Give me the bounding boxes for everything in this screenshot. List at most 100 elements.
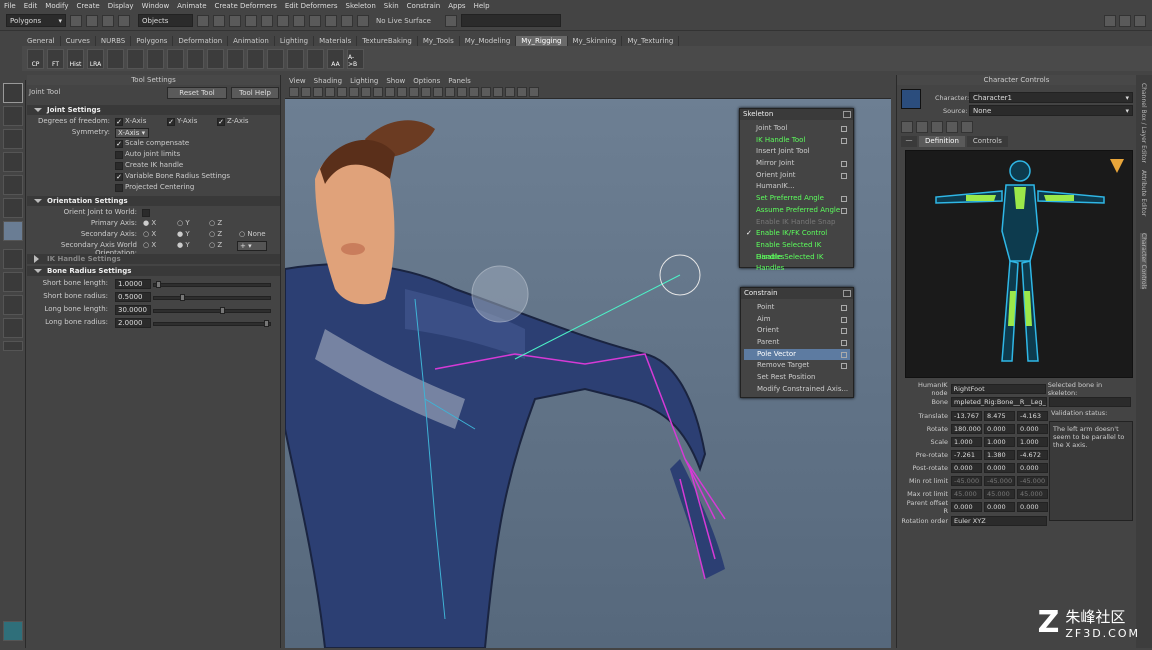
constrain-menu-item[interactable]: Aim	[744, 314, 850, 326]
channel-box-toggle-icon[interactable]	[1134, 15, 1146, 27]
menu-item-skeleton[interactable]: Skeleton	[346, 2, 376, 10]
render-settings-icon[interactable]	[341, 15, 353, 27]
selected-bone-field[interactable]	[1049, 397, 1131, 407]
curve-icon[interactable]	[127, 49, 144, 69]
close-icon[interactable]	[843, 111, 851, 118]
scale-tool-icon[interactable]	[3, 198, 23, 218]
menu-item-edit[interactable]: Edit	[24, 2, 38, 10]
option-box-icon[interactable]	[841, 340, 847, 346]
symmetry-dropdown[interactable]: X-Axis ▾	[115, 128, 149, 138]
film-gate-icon[interactable]	[445, 87, 455, 97]
short-bone-radius-field[interactable]: 0.5000	[115, 292, 151, 302]
skeleton-menu-item[interactable]: Enable IK Handle Snap	[743, 217, 850, 229]
bone-field[interactable]: mpleted_Rig:Bone__R__Leg_Ankle	[951, 397, 1047, 407]
short-bone-radius-slider[interactable]	[153, 296, 271, 300]
hud-icon[interactable]	[469, 87, 479, 97]
option-box-icon[interactable]	[841, 138, 847, 144]
playblast-icon[interactable]	[481, 87, 491, 97]
long-bone-length-field[interactable]: 30.0000	[115, 305, 151, 315]
select-tool-icon[interactable]	[3, 83, 23, 103]
tab-texturebaking[interactable]: TextureBaking	[357, 36, 418, 46]
tab-curves[interactable]: Curves	[61, 36, 96, 46]
viewport-menu-lighting[interactable]: Lighting	[350, 77, 378, 85]
value-field[interactable]: -13.767	[951, 411, 982, 421]
render-icon[interactable]	[309, 15, 321, 27]
menu-item-create-deformers[interactable]: Create Deformers	[215, 2, 277, 10]
value-field[interactable]: 1.000	[1017, 437, 1048, 447]
value-field[interactable]: 0.000	[984, 424, 1015, 434]
value-field[interactable]: 1.000	[951, 437, 982, 447]
menu-item-modify[interactable]: Modify	[45, 2, 68, 10]
ik-handle-settings-header[interactable]: IK Handle Settings	[27, 254, 280, 264]
selection-mode-icon[interactable]	[118, 15, 130, 27]
channel-box-tab[interactable]: Channel Box / Layer Editor	[1140, 83, 1147, 163]
value-field[interactable]: 45.000	[1017, 489, 1048, 499]
tab-animation[interactable]: Animation	[228, 36, 275, 46]
cube-icon[interactable]	[147, 49, 164, 69]
a-to-b-icon[interactable]: A->B	[347, 49, 364, 69]
humanik-node-field[interactable]: RightFoot	[951, 384, 1046, 394]
tab-deformation[interactable]: Deformation	[173, 36, 228, 46]
variable-bone-radius-checkbox[interactable]: ✓	[115, 173, 123, 181]
orientation-settings-header[interactable]: Orientation Settings	[27, 196, 280, 206]
ik-spline-icon[interactable]	[267, 49, 284, 69]
viewport-menu-view[interactable]: View	[289, 77, 306, 85]
value-field[interactable]: -4.163	[1017, 411, 1048, 421]
isolate-icon[interactable]	[421, 87, 431, 97]
select-by-hierarchy-icon[interactable]	[197, 15, 209, 27]
option-box-icon[interactable]	[841, 352, 847, 358]
humanik-figure-view[interactable]	[905, 150, 1133, 378]
lasso-tool-icon[interactable]	[3, 106, 23, 126]
xray-icon[interactable]	[409, 87, 419, 97]
open-scene-icon[interactable]	[86, 15, 98, 27]
cylinder-icon[interactable]	[167, 49, 184, 69]
joint-tool-icon[interactable]	[3, 221, 23, 241]
image-plane-icon[interactable]	[325, 87, 335, 97]
orient-world-checkbox[interactable]	[142, 209, 150, 217]
scale-compensate-checkbox[interactable]: ✓	[115, 140, 123, 148]
hist-icon[interactable]: Hist	[67, 49, 84, 69]
character-dropdown[interactable]: Character1▾	[969, 92, 1133, 103]
character-definition-icon[interactable]	[916, 121, 928, 133]
shadows-icon[interactable]	[397, 87, 407, 97]
circle-icon[interactable]	[107, 49, 124, 69]
camera-attr-icon[interactable]	[301, 87, 311, 97]
tool-settings-toggle-icon[interactable]	[1119, 15, 1131, 27]
skeleton-menu-item[interactable]: Orient Joint	[743, 170, 850, 182]
persp-outliner-icon[interactable]	[3, 295, 23, 315]
value-field[interactable]: 0.000	[984, 502, 1015, 512]
world-z-radio[interactable]: ○ Z	[209, 241, 222, 249]
primary-x-radio[interactable]: ● X	[143, 219, 156, 227]
bookmark-icon[interactable]	[313, 87, 323, 97]
renderer-icon[interactable]	[493, 87, 503, 97]
joint-icon[interactable]	[227, 49, 244, 69]
skeleton-menu-item[interactable]: Joint Tool	[743, 123, 850, 135]
save-scene-icon[interactable]	[102, 15, 114, 27]
reset-tool-button[interactable]: Reset Tool	[167, 87, 227, 99]
skeleton-menu-item[interactable]: Disable Selected IK Handles	[743, 252, 850, 264]
ipr-render-icon[interactable]	[325, 15, 337, 27]
tab-nurbs[interactable]: NURBS	[96, 36, 131, 46]
tab-materials[interactable]: Materials	[314, 36, 357, 46]
anti-alias-icon[interactable]	[505, 87, 515, 97]
value-field[interactable]: 0.000	[951, 463, 982, 473]
smooth-shade-icon[interactable]	[361, 87, 371, 97]
textured-icon[interactable]	[373, 87, 383, 97]
slider-knob[interactable]	[220, 307, 225, 314]
secondary-x-radio[interactable]: ○ X	[143, 230, 156, 238]
value-field[interactable]: 0.000	[1017, 502, 1048, 512]
viewport-menu-show[interactable]: Show	[386, 77, 405, 85]
world-sign-dropdown[interactable]: + ▾	[237, 241, 267, 251]
value-field[interactable]: 0.000	[951, 502, 982, 512]
value-field[interactable]: -45.000	[951, 476, 982, 486]
menu-item-constrain[interactable]: Constrain	[407, 2, 441, 10]
slider-knob[interactable]	[264, 320, 269, 327]
long-bone-radius-slider[interactable]	[153, 322, 271, 326]
rotate-tool-icon[interactable]	[3, 175, 23, 195]
quick-input-field[interactable]	[461, 14, 561, 27]
lock-definition-icon[interactable]	[931, 121, 943, 133]
x-axis-checkbox[interactable]: ✓	[115, 118, 123, 126]
option-box-icon[interactable]	[841, 196, 847, 202]
value-field[interactable]: 0.000	[1017, 424, 1048, 434]
tab-my-texturing[interactable]: My_Texturing	[622, 36, 679, 46]
